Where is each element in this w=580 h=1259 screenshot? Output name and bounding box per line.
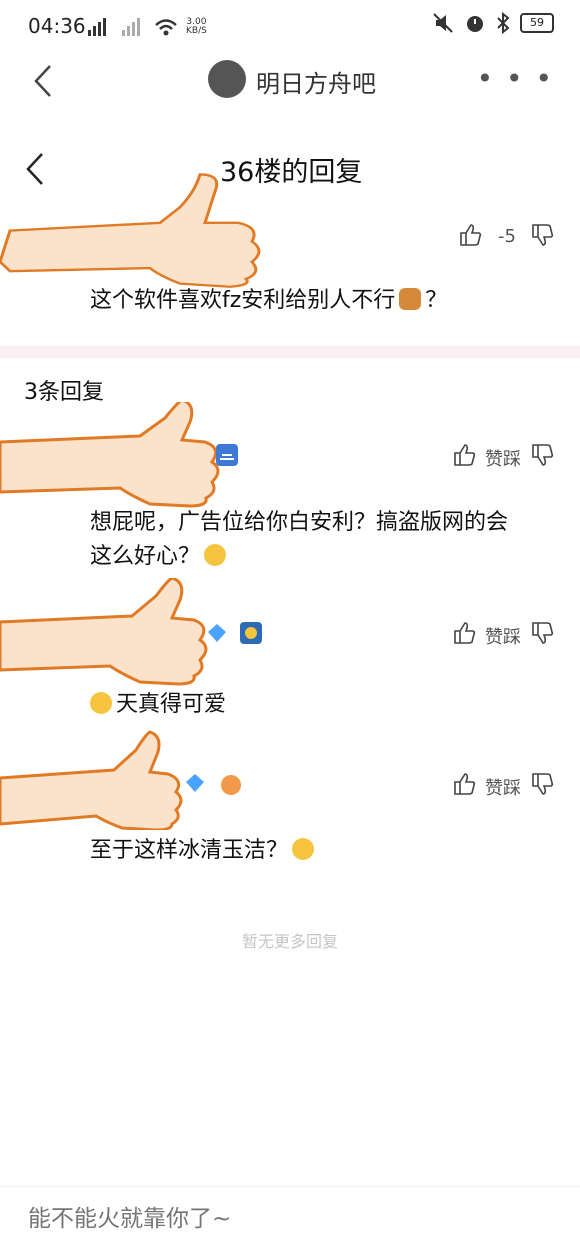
like-label[interactable]: 赞踩 [485,623,521,649]
vote-count: -5 [498,226,516,247]
page-title: 36楼的回复 [220,157,363,188]
diamond-level-badge-icon [186,774,204,792]
status-time: 04:36 [28,14,86,38]
thumbs-up-icon[interactable] [452,620,476,646]
battery-indicator: 59 [520,13,554,33]
alarm-icon [467,16,483,32]
game-badge-icon [221,775,241,795]
like-label[interactable]: 赞踩 [485,774,521,800]
reply-count: 3条回复 [24,380,104,405]
main-post-text: 这个软件喜欢fz安利给别人不行？ [90,288,448,313]
thumbs-up-hand-sticker [0,578,208,686]
no-more-replies: 暂无更多回复 [241,932,338,951]
reply-1-text: 想屁呢，广告位给你白安利？搞盗版网的会 这么好心？ [90,510,509,569]
reply-3-text: 至于这样冰清玉洁？ [90,834,318,868]
thumbs-up-icon[interactable] [452,771,476,797]
status-icons: 3.00 KB/S [86,14,207,40]
thumbs-up-icon[interactable] [458,222,484,248]
more-dots-icon[interactable]: • • • [477,62,554,95]
thumbs-up-icon[interactable] [452,442,476,468]
cellular-signal-icon [88,18,106,36]
thumbs-up-hand-sticker [0,730,183,830]
thumbs-down-icon[interactable] [530,442,554,468]
thumbs-down-icon[interactable] [530,771,554,797]
wifi-icon [155,19,177,36]
cellular-signal-2-icon [122,18,140,36]
like-label[interactable]: 赞踩 [485,445,521,471]
reply-input[interactable] [28,1206,548,1232]
back-chevron-icon[interactable] [32,64,54,98]
back-chevron-icon[interactable] [24,152,46,186]
silly-face-emoji-icon [204,544,227,566]
gear-badge-icon [240,622,262,644]
mute-icon [433,13,453,33]
thumbs-down-icon[interactable] [530,620,554,646]
horse-emoji-icon [399,288,422,310]
reply-2-text: 天真得可爱 [90,688,226,722]
yum-emoji-icon [292,838,315,860]
section-divider [0,346,580,358]
bluetooth-icon [497,12,510,34]
libra-badge-icon [216,444,238,466]
forum-avatar[interactable] [208,60,246,98]
status-right-icons: 59 [432,12,554,34]
network-speed: 3.00 KB/S [186,17,207,36]
smile-emoji-icon [90,692,112,714]
thumbs-up-hand-sticker [0,402,220,508]
forum-title[interactable]: 明日方舟吧 [256,64,376,99]
thumbs-down-icon[interactable] [530,222,556,248]
diamond-level-badge-icon [208,624,226,642]
